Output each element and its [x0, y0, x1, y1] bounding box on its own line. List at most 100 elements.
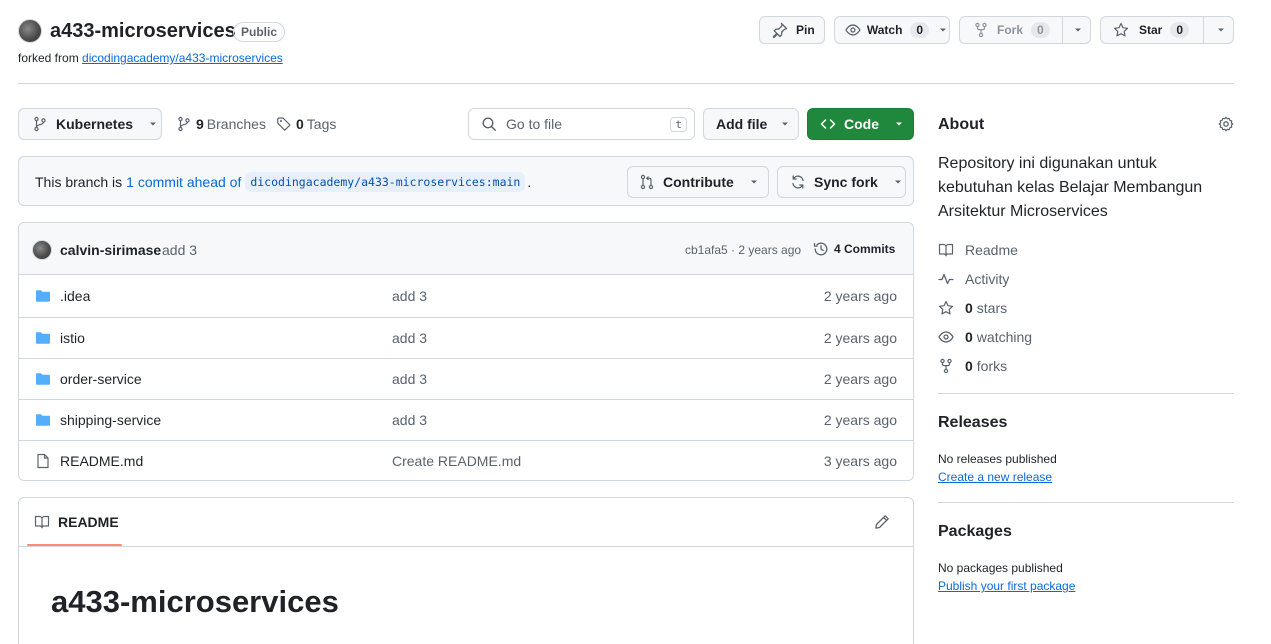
readme-link-label: Readme: [965, 242, 1018, 258]
latest-commit-bar: calvin-sirimase add 3 cb1afa5 · 2 years …: [19, 223, 913, 275]
file-name[interactable]: shipping-service: [60, 412, 161, 428]
stars-link[interactable]: 0 stars: [938, 300, 1007, 316]
fork-icon: [940, 358, 952, 374]
repo-name[interactable]: a433-microservices: [50, 20, 236, 43]
eye-icon: [938, 331, 954, 343]
owner-avatar[interactable]: [18, 19, 42, 43]
upstream-ref[interactable]: dicodingacademy/a433-microservices:main: [245, 172, 526, 192]
commit-sha-time[interactable]: cb1afa5 · 2 years ago: [685, 243, 801, 257]
pin-icon: [772, 22, 788, 38]
file-row[interactable]: .idea add 3 2 years ago: [19, 276, 913, 317]
pulse-icon: [938, 273, 954, 285]
commit-message[interactable]: add 3: [162, 242, 197, 258]
chevron-down-icon: [896, 122, 902, 126]
chevron-down-icon[interactable]: [1072, 24, 1084, 36]
file-name[interactable]: istio: [60, 330, 85, 346]
fork-count: 0: [1031, 22, 1050, 38]
fork-divider: [1061, 17, 1063, 43]
code-icon: [820, 119, 836, 129]
sync-icon: [792, 175, 804, 189]
branches-count: 9: [196, 116, 204, 132]
file-commit-message[interactable]: add 3: [392, 412, 427, 428]
chevron-down-icon: [782, 122, 789, 126]
fork-button[interactable]: Fork 0: [959, 16, 1091, 44]
forked-prefix: forked from: [18, 51, 79, 65]
chevron-down-icon: [940, 28, 947, 32]
code-button[interactable]: Code: [807, 108, 914, 140]
branch-selector[interactable]: Kubernetes: [18, 108, 162, 140]
commit-author[interactable]: calvin-sirimase: [60, 242, 161, 258]
watching-label: watching: [976, 329, 1033, 345]
contribute-button[interactable]: Contribute: [627, 166, 769, 198]
file-name[interactable]: .idea: [60, 288, 90, 304]
file-commit-message[interactable]: add 3: [392, 330, 427, 346]
tags-label: Tags: [306, 116, 337, 132]
star-button[interactable]: Star 0: [1100, 16, 1234, 44]
fork-status-bar: This branch is 1 commit ahead of dicodin…: [18, 156, 914, 206]
file-commit-message[interactable]: Create README.md: [392, 453, 521, 469]
add-file-label: Add file: [716, 116, 768, 132]
publish-package-link[interactable]: Publish your first package: [938, 579, 1075, 593]
add-file-button[interactable]: Add file: [703, 108, 799, 140]
sync-fork-button[interactable]: Sync fork: [777, 166, 906, 198]
forks-link[interactable]: 0 forks: [938, 358, 1007, 374]
go-to-file-input[interactable]: Go to file t: [468, 108, 695, 140]
search-icon: [482, 117, 496, 131]
file-name[interactable]: order-service: [60, 371, 142, 387]
create-release-link[interactable]: Create a new release: [938, 470, 1052, 484]
about-heading: About: [938, 116, 985, 133]
git-branch-icon: [178, 116, 190, 132]
watching-count: 0: [965, 329, 973, 345]
book-icon: [938, 243, 954, 257]
file-browser: calvin-sirimase add 3 cb1afa5 · 2 years …: [18, 222, 914, 481]
readme-tab[interactable]: README: [34, 514, 119, 530]
fork-label: Fork: [997, 23, 1024, 37]
packages-empty: No packages published: [938, 561, 1063, 575]
forks-label: forks: [976, 358, 1008, 374]
tags-link[interactable]: 0 Tags: [276, 116, 336, 132]
tags-count: 0: [296, 116, 304, 132]
file-age: 2 years ago: [823, 371, 897, 387]
chevron-down-icon[interactable]: [1215, 24, 1227, 36]
header-divider: [18, 83, 1234, 84]
fork-status-suffix: .: [527, 174, 532, 190]
file-commit-message[interactable]: add 3: [392, 288, 427, 304]
forks-count: 0: [965, 358, 973, 374]
file-row[interactable]: istio add 3 2 years ago: [19, 317, 913, 358]
pull-request-icon: [640, 174, 654, 190]
branch-name: Kubernetes: [56, 116, 134, 132]
activity-link[interactable]: Activity: [938, 271, 1009, 287]
chevron-down-icon: [150, 122, 157, 126]
commits-ahead-link[interactable]: 1 commit ahead of: [126, 174, 241, 190]
eye-icon: [845, 24, 861, 36]
author-avatar[interactable]: [32, 240, 52, 260]
sync-fork-label: Sync fork: [814, 174, 878, 190]
gear-icon[interactable]: [1218, 116, 1234, 132]
branches-link[interactable]: 9 Branches: [176, 116, 266, 132]
forked-from-link[interactable]: dicodingacademy/a433-microservices: [82, 51, 283, 65]
file-row[interactable]: order-service add 3 2 years ago: [19, 358, 913, 399]
watch-label: Watch: [866, 23, 903, 37]
readme-link[interactable]: Readme: [938, 242, 1018, 258]
file-icon: [37, 453, 49, 469]
releases-heading[interactable]: Releases: [938, 414, 1007, 432]
file-row[interactable]: README.md Create README.md 3 years ago: [19, 440, 913, 480]
file-age: 2 years ago: [823, 330, 897, 346]
commits-link[interactable]: 4 Commits: [813, 241, 895, 257]
releases-empty: No releases published: [938, 452, 1057, 466]
pin-label: Pin: [796, 23, 815, 37]
watching-link[interactable]: 0 watching: [938, 329, 1032, 345]
fork-icon: [975, 22, 987, 38]
forked-from: forked from dicodingacademy/a433-microse…: [18, 51, 283, 65]
tag-icon: [277, 117, 291, 131]
file-commit-message[interactable]: add 3: [392, 371, 427, 387]
stars-label: stars: [976, 300, 1008, 316]
file-row[interactable]: shipping-service add 3 2 years ago: [19, 399, 913, 440]
branches-label: Branches: [206, 116, 266, 132]
sidebar-divider: [938, 502, 1234, 503]
watch-button[interactable]: Watch 0: [834, 16, 950, 44]
file-name[interactable]: README.md: [60, 453, 143, 469]
pencil-icon[interactable]: [874, 514, 890, 530]
packages-heading[interactable]: Packages: [938, 523, 1012, 541]
pin-button[interactable]: Pin: [759, 16, 825, 44]
